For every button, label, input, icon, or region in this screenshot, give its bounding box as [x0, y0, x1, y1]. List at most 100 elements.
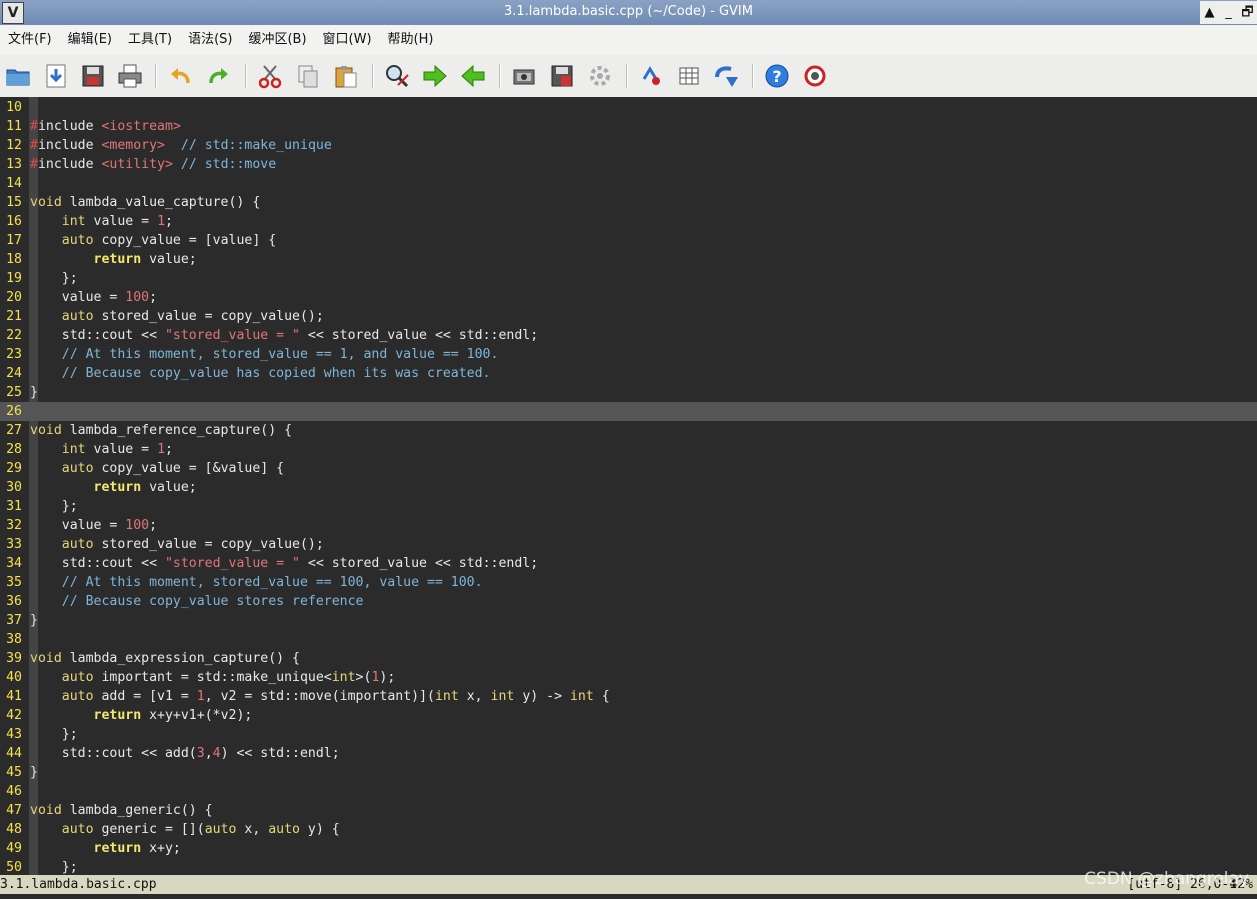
menu-syntax[interactable]: 语法(S)	[180, 25, 240, 55]
menu-buffers[interactable]: 缓冲区(B)	[240, 25, 314, 55]
line-number: 42	[6, 708, 22, 723]
code-line[interactable]: 22 std::cout << "stored_value = " << sto…	[0, 326, 1257, 345]
line-number: 35	[6, 575, 22, 590]
line-text: void lambda_reference_capture() {	[30, 423, 293, 438]
code-line[interactable]: 37}	[0, 611, 1257, 630]
code-line[interactable]: 49 return x+y;	[0, 839, 1257, 858]
code-line[interactable]: 34 std::cout << "stored_value = " << sto…	[0, 554, 1257, 573]
save-down-icon[interactable]	[43, 63, 69, 89]
line-text: auto copy_value = [value] {	[61, 233, 277, 248]
minimize-button[interactable]: _	[1219, 1, 1238, 24]
line-text: };	[30, 727, 78, 742]
load-session-icon[interactable]	[511, 63, 537, 89]
code-line[interactable]: 38	[0, 630, 1257, 649]
code-line[interactable]: 25}	[0, 383, 1257, 402]
save-session-icon[interactable]	[549, 63, 575, 89]
find-next-icon[interactable]	[422, 63, 448, 89]
code-line[interactable]: 47 void lambda_generic() {	[0, 801, 1257, 820]
line-text: void lambda_expression_capture() {	[30, 651, 300, 666]
code-line[interactable]: 16 int value = 1;	[0, 212, 1257, 231]
code-line[interactable]: 41 auto add = [v1 = 1, v2 = std::move(im…	[0, 687, 1257, 706]
help-icon[interactable]: ?	[764, 63, 790, 89]
code-line[interactable]: 44 std::cout << add(3,4) << std::endl;	[0, 744, 1257, 763]
code-line[interactable]: 43 };	[0, 725, 1257, 744]
code-line[interactable]: 40 auto important = std::make_unique<int…	[0, 668, 1257, 687]
code-line[interactable]: 11 #include <iostream>	[0, 117, 1257, 136]
cut-icon[interactable]	[257, 63, 283, 89]
code-line[interactable]: 14	[0, 174, 1257, 193]
line-number: 23	[6, 347, 22, 362]
code-line[interactable]: 23 // At this moment, stored_value == 1,…	[0, 345, 1257, 364]
code-line[interactable]: 19 };	[0, 269, 1257, 288]
code-line[interactable]: 26	[0, 402, 1257, 421]
code-line[interactable]: 24 // Because copy_value has copied when…	[0, 364, 1257, 383]
code-line[interactable]: 36 // Because copy_value stores referenc…	[0, 592, 1257, 611]
jump-tag-icon[interactable]	[713, 63, 739, 89]
editor-area[interactable]: 10 11 #include <iostream> 12 #include <memor…	[0, 97, 1257, 875]
line-text: return value;	[93, 480, 197, 495]
print-icon[interactable]	[117, 63, 143, 89]
line-text: };	[30, 499, 78, 514]
code-line[interactable]: 28 int value = 1;	[0, 440, 1257, 459]
line-number: 43	[6, 727, 22, 742]
code-line[interactable]: 13 #include <utility> // std::move	[0, 155, 1257, 174]
code-line[interactable]: 42 return x+y+v1+(*v2);	[0, 706, 1257, 725]
code-line[interactable]: 39 void lambda_expression_capture() {	[0, 649, 1257, 668]
code-line[interactable]: 32 value = 100;	[0, 516, 1257, 535]
line-number: 38	[6, 632, 22, 647]
code-line[interactable]: 45}	[0, 763, 1257, 782]
line-number: 24	[6, 366, 22, 381]
menu-tools[interactable]: 工具(T)	[120, 25, 180, 55]
code-line[interactable]: 35 // At this moment, stored_value == 10…	[0, 573, 1257, 592]
line-number: 17	[6, 233, 22, 248]
code-line[interactable]: 33 auto stored_value = copy_value();	[0, 535, 1257, 554]
code-line[interactable]: 21 auto stored_value = copy_value();	[0, 307, 1257, 326]
menu-file[interactable]: 文件(F)	[0, 25, 60, 55]
code-line[interactable]: 20 value = 100;	[0, 288, 1257, 307]
code-line[interactable]: 15 void lambda_value_capture() {	[0, 193, 1257, 212]
line-number: 36	[6, 594, 22, 609]
line-number: 46	[6, 784, 22, 799]
line-text: #include <memory> // std::make_unique	[30, 138, 332, 153]
save-disk-icon[interactable]	[80, 63, 106, 89]
line-number: 13	[6, 157, 22, 172]
line-number: 29	[6, 461, 22, 476]
line-text: auto generic = [](auto x, auto y) {	[61, 822, 340, 837]
code-line[interactable]: 17 auto copy_value = [value] {	[0, 231, 1257, 250]
line-text: int value = 1;	[61, 442, 173, 457]
menu-help[interactable]: 帮助(H)	[380, 25, 442, 55]
toolbar: ?	[0, 55, 1257, 98]
make-icon[interactable]	[638, 63, 664, 89]
line-number: 25	[6, 385, 22, 400]
code-line[interactable]: 48 auto generic = [](auto x, auto y) {	[0, 820, 1257, 839]
redo-icon[interactable]	[205, 63, 231, 89]
code-line[interactable]: 27 void lambda_reference_capture() {	[0, 421, 1257, 440]
find-help-icon[interactable]	[802, 63, 828, 89]
code-line[interactable]: 18 return value;	[0, 250, 1257, 269]
find-prev-icon[interactable]	[460, 63, 486, 89]
code-line[interactable]: 30 return value;	[0, 478, 1257, 497]
line-number: 45	[6, 765, 22, 780]
code-line[interactable]: 46	[0, 782, 1257, 801]
command-line[interactable]	[0, 894, 1257, 899]
line-text: return value;	[93, 252, 197, 267]
code-line[interactable]: 29 auto copy_value = [&value] {	[0, 459, 1257, 478]
undo-icon[interactable]	[168, 63, 194, 89]
line-number: 40	[6, 670, 22, 685]
open-folder-icon[interactable]	[5, 63, 31, 89]
line-text: std::cout << "stored_value = " << stored…	[30, 556, 539, 571]
tags-table-icon[interactable]	[676, 63, 702, 89]
run-script-icon[interactable]	[587, 63, 613, 89]
code-line[interactable]: 12 #include <memory> // std::make_unique	[0, 136, 1257, 155]
code-line[interactable]: 10	[0, 98, 1257, 117]
find-replace-icon[interactable]	[384, 63, 410, 89]
paste-icon[interactable]	[333, 63, 359, 89]
line-text: auto add = [v1 = 1, v2 = std::move(impor…	[61, 689, 610, 704]
menu-edit[interactable]: 编辑(E)	[60, 25, 120, 55]
line-number: 32	[6, 518, 22, 533]
menu-window[interactable]: 窗口(W)	[315, 25, 380, 55]
maximize-button[interactable]: 🗗	[1238, 1, 1257, 24]
code-line[interactable]: 31 };	[0, 497, 1257, 516]
copy-icon[interactable]	[295, 63, 321, 89]
shade-button[interactable]: ▲	[1200, 1, 1219, 24]
